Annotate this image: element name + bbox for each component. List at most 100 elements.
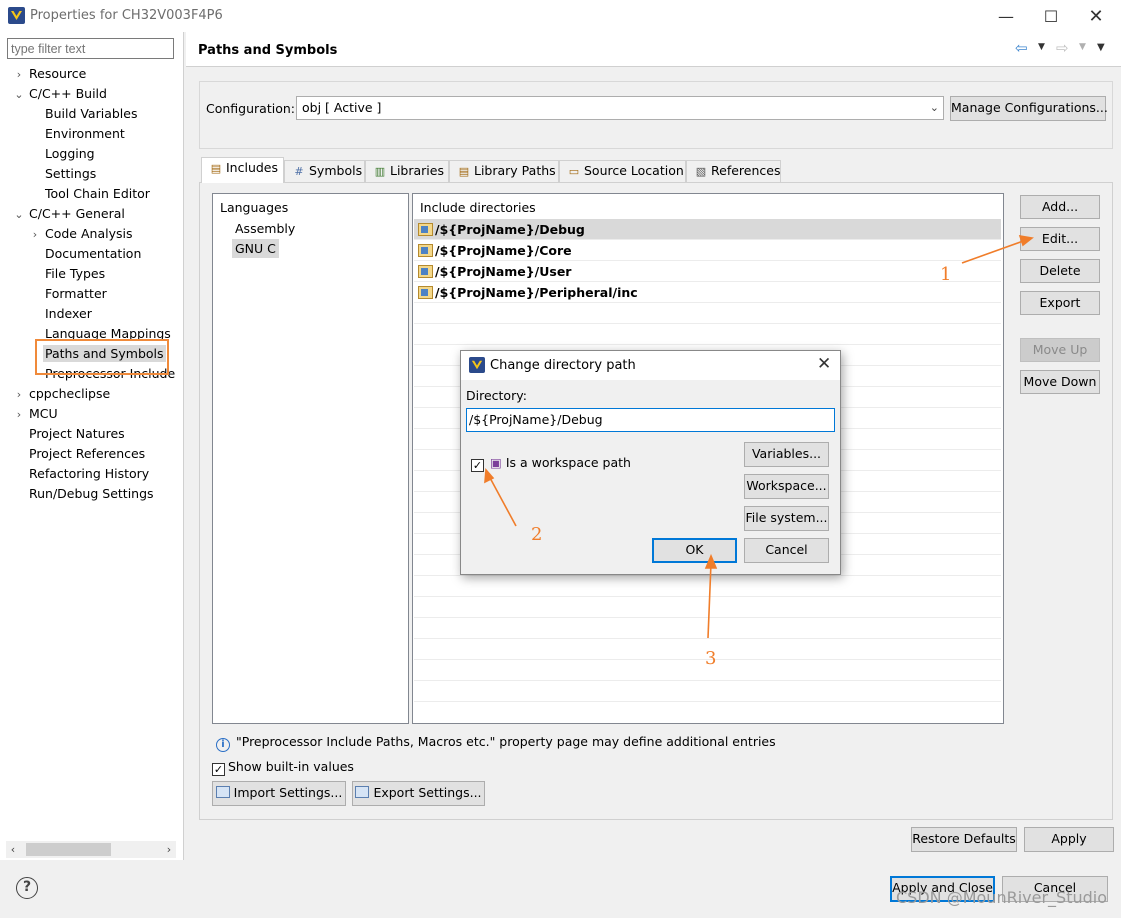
ok-button[interactable]: OK [652,538,737,563]
tree-item-code-analysis[interactable]: › Code Analysis [13,224,181,244]
forward-dropdown-icon: ▼ [1079,42,1086,52]
move-down-button[interactable]: Move Down [1020,370,1100,394]
table-row[interactable]: /${ProjName}/User [414,261,1001,282]
tree-item-formatter[interactable]: Formatter [13,284,181,304]
nav-history-toolbar: ⇦ ▼ ⇨ ▼ ▼ [1015,39,1115,58]
dialog-title-bar: Change directory path ✕ [461,351,840,380]
tree-item-settings[interactable]: Settings [13,164,181,184]
apply-button[interactable]: Apply [1024,827,1114,852]
scroll-left-icon[interactable]: ‹ [6,841,20,858]
tree-item-cpp-build[interactable]: ⌄ C/C++ Build [13,84,181,104]
tree-item-file-types[interactable]: File Types [13,264,181,284]
table-row[interactable]: /${ProjName}/Core [414,240,1001,261]
close-icon[interactable]: ✕ [817,354,831,374]
tree-item-build-variables[interactable]: Build Variables [13,104,181,124]
chevron-down-icon[interactable]: ⌄ [13,205,25,225]
configuration-label: Configuration: [206,101,295,116]
include-folder-icon [418,244,433,257]
mounriver-logo-icon [8,7,25,24]
variables-button[interactable]: Variables... [744,442,829,467]
delete-button[interactable]: Delete [1020,259,1100,283]
annotation-highlight-box [35,339,169,375]
languages-list[interactable]: Languages Assembly GNU C [212,193,409,724]
workspace-button[interactable]: Workspace... [744,474,829,499]
restore-defaults-button[interactable]: Restore Defaults [911,827,1017,852]
import-icon [215,786,230,798]
configuration-select[interactable]: obj [ Active ] ⌄ [296,96,944,120]
chevron-down-icon[interactable]: ⌄ [13,85,25,105]
dialog-cancel-button[interactable]: Cancel [744,538,829,563]
library-icon: ▥ [374,165,386,178]
tree-item-cppcheclipse[interactable]: › cppcheclipse [13,384,181,404]
back-dropdown-icon[interactable]: ▼ [1038,42,1045,52]
empty-row [414,597,1001,618]
include-folder-icon [418,286,433,299]
import-settings-button[interactable]: Import Settings... [212,781,346,806]
library-path-icon: ▤ [458,165,470,178]
tree-item-logging[interactable]: Logging [13,144,181,164]
add-button[interactable]: Add... [1020,195,1100,219]
filter-input[interactable] [7,38,174,59]
language-item-gnu-c[interactable]: GNU C [232,239,279,258]
tab-source-location[interactable]: ▭ Source Location [559,160,686,182]
tree-item-tool-chain-editor[interactable]: Tool Chain Editor [13,184,181,204]
tab-references[interactable]: ▧ References [686,160,781,182]
window-title: Properties for CH32V003F4P6 [30,8,223,23]
chevron-down-icon: ⌄ [929,101,939,114]
include-folder-icon [418,265,433,278]
show-builtin-option[interactable]: ✓ Show built-in values [212,759,354,776]
property-tree: › Resource ⌄ C/C++ Build Build Variables E… [13,64,181,504]
table-row[interactable]: /${ProjName}/Debug [414,219,1001,240]
tree-item-resource[interactable]: › Resource [13,64,181,84]
table-row[interactable]: /${ProjName}/Peripheral/inc [414,282,1001,303]
directory-label: Directory: [466,388,527,403]
chevron-right-icon[interactable]: › [13,405,25,425]
tree-item-run-debug-settings[interactable]: Run/Debug Settings [13,484,181,504]
hash-icon: # [294,165,304,178]
workspace-icon: ▣ [490,455,502,470]
close-window-icon[interactable]: ✕ [1073,0,1119,32]
view-menu-icon[interactable]: ▼ [1097,42,1105,53]
tree-item-project-references[interactable]: Project References [13,444,181,464]
tree-item-refactoring-history[interactable]: Refactoring History [13,464,181,484]
tree-item-documentation[interactable]: Documentation [13,244,181,264]
tree-item-environment[interactable]: Environment [13,124,181,144]
tree-item-mcu[interactable]: › MCU [13,404,181,424]
info-icon: i [216,738,230,752]
chevron-right-icon[interactable]: › [29,225,41,245]
mounriver-logo-icon [469,357,485,373]
tree-item-indexer[interactable]: Indexer [13,304,181,324]
language-item-assembly[interactable]: Assembly [235,221,295,236]
manage-configurations-button[interactable]: Manage Configurations... [950,96,1108,121]
references-icon: ▧ [695,165,707,178]
maximize-icon[interactable]: ☐ [1028,0,1074,32]
tab-libraries[interactable]: ▥ Libraries [365,160,449,182]
back-arrow-icon[interactable]: ⇦ [1015,39,1028,57]
chevron-right-icon[interactable]: › [13,65,25,85]
page-title: Paths and Symbols [198,43,338,58]
empty-row [414,324,1001,345]
edit-button[interactable]: Edit... [1020,227,1100,251]
tree-item-cpp-general[interactable]: ⌄ C/C++ General [13,204,181,224]
scrollbar-thumb[interactable] [26,843,111,856]
include-folder-icon [418,223,433,236]
directory-field[interactable]: /${ProjName}/Debug [466,408,835,432]
title-bar: Properties for CH32V003F4P6 — ☐ ✕ [0,0,1121,32]
chevron-right-icon[interactable]: › [13,385,25,405]
workspace-path-checkbox[interactable]: ✓ [471,459,484,472]
include-directories-header: Include directories [420,200,536,215]
export-button[interactable]: Export [1020,291,1100,315]
tab-symbols[interactable]: # Symbols [284,160,365,182]
workspace-path-option[interactable]: ✓ ▣ Is a workspace path [471,455,631,472]
tab-includes[interactable]: ▤ Includes [201,157,284,183]
scroll-right-icon[interactable]: › [162,841,176,858]
show-builtin-checkbox[interactable]: ✓ [212,763,225,776]
minimize-icon[interactable]: — [983,0,1029,32]
sidebar-horizontal-scrollbar[interactable]: ‹ › [6,841,176,858]
tree-item-project-natures[interactable]: Project Natures [13,424,181,444]
export-settings-button[interactable]: Export Settings... [352,781,485,806]
file-system-button[interactable]: File system... [744,506,829,531]
tab-library-paths[interactable]: ▤ Library Paths [449,160,559,182]
help-icon[interactable]: ? [16,877,38,899]
export-icon [355,786,370,798]
